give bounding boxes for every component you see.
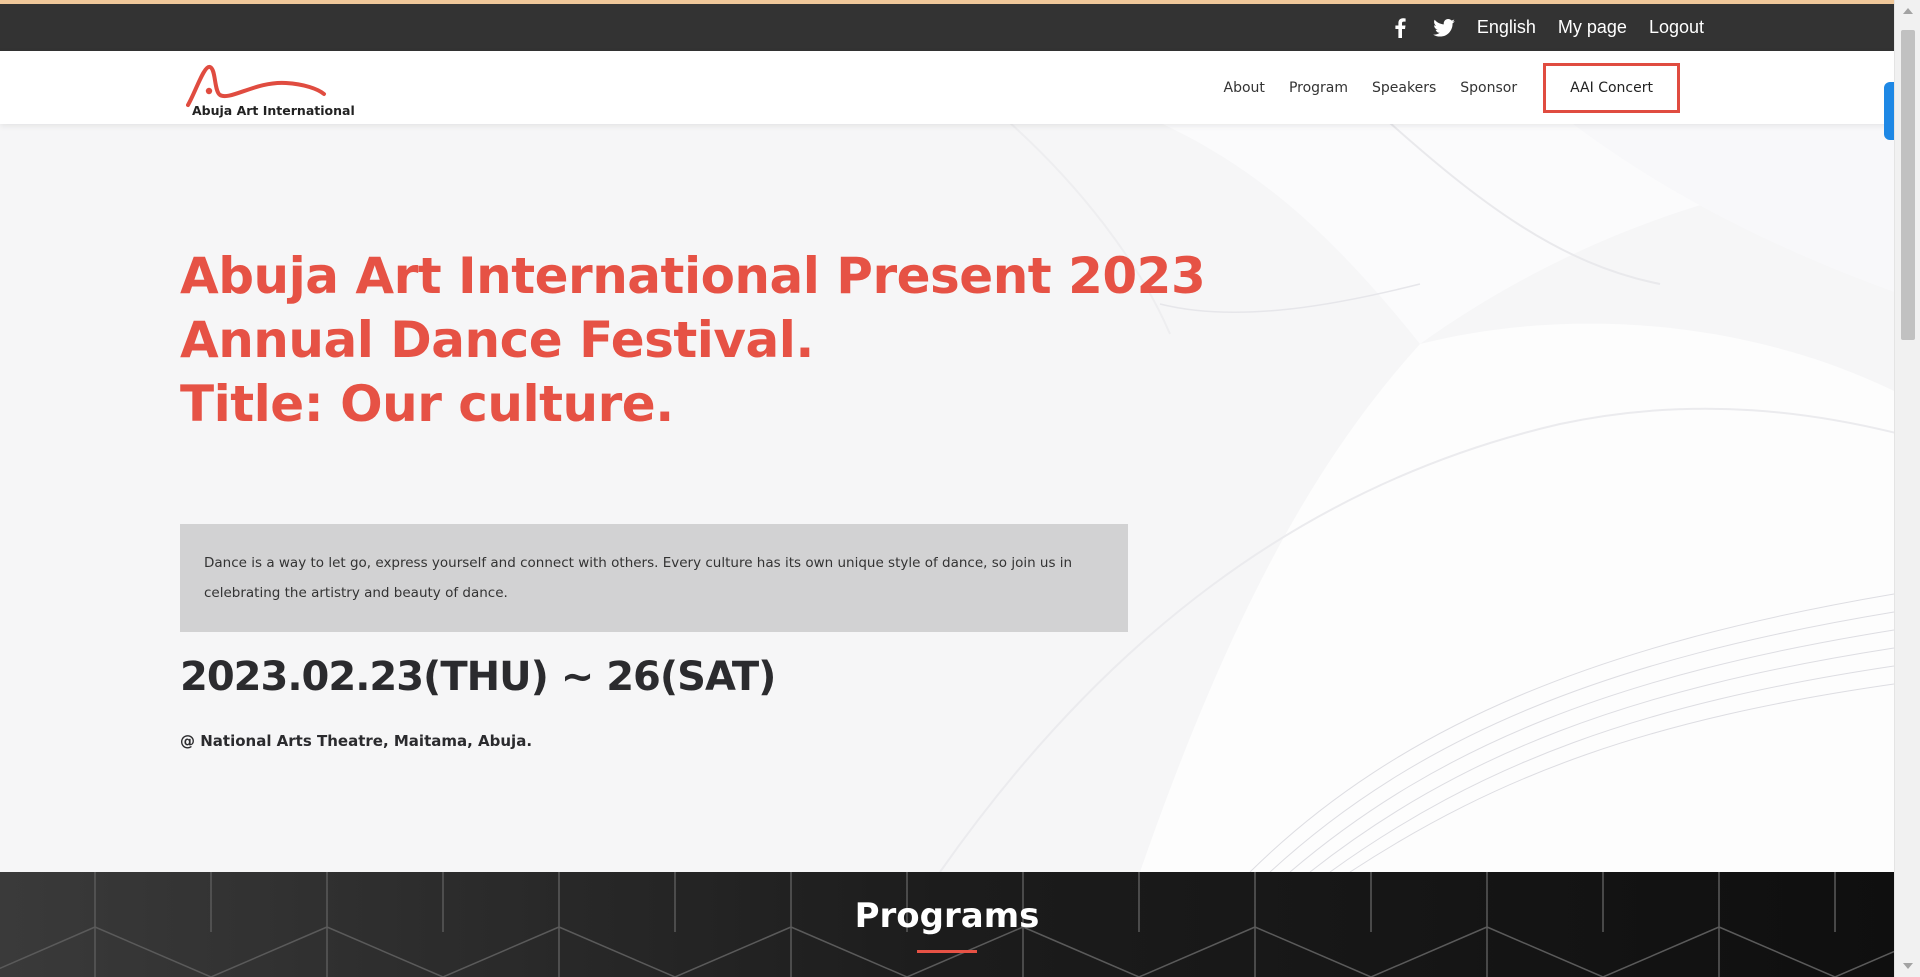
site-logo[interactable]: Abuja Art International bbox=[186, 61, 355, 121]
aai-concert-button[interactable]: AAI Concert bbox=[1543, 62, 1680, 113]
page: English My page Logout Abuja Art Interna… bbox=[0, 0, 1894, 977]
nav-speakers[interactable]: Speakers bbox=[1372, 80, 1436, 96]
language-link[interactable]: English bbox=[1477, 17, 1536, 38]
hero-background-waves bbox=[939, 124, 1894, 872]
programs-heading: Programs bbox=[854, 896, 1040, 936]
vertical-scrollbar[interactable] bbox=[1894, 0, 1920, 977]
nav-program[interactable]: Program bbox=[1289, 80, 1348, 96]
side-widget-tab[interactable] bbox=[1884, 82, 1894, 140]
hero-title: Abuja Art International Present 2023 Ann… bbox=[180, 244, 1330, 436]
main-navbar: Abuja Art International About Program Sp… bbox=[0, 51, 1894, 124]
description-box: Dance is a way to let go, express yourse… bbox=[180, 524, 1128, 632]
programs-section: Programs bbox=[0, 872, 1894, 977]
my-page-link[interactable]: My page bbox=[1558, 17, 1627, 38]
hero-title-line1: Abuja Art International Present 2023 Ann… bbox=[180, 247, 1206, 369]
top-utility-bar: English My page Logout bbox=[0, 4, 1894, 51]
twitter-icon[interactable] bbox=[1433, 17, 1455, 39]
nav-about[interactable]: About bbox=[1224, 80, 1265, 96]
hero-title-line2: Title: Our culture. bbox=[180, 375, 674, 433]
nav-sponsor[interactable]: Sponsor bbox=[1460, 80, 1517, 96]
logo-text: Abuja Art International bbox=[192, 103, 355, 118]
scrollbar-thumb[interactable] bbox=[1901, 30, 1915, 340]
event-dates: 2023.02.23(THU) ~ 26(SAT) bbox=[180, 654, 776, 700]
scroll-up-arrow-icon[interactable] bbox=[1903, 8, 1913, 14]
programs-heading-underline bbox=[917, 950, 977, 953]
logout-link[interactable]: Logout bbox=[1649, 17, 1704, 38]
event-venue: @ National Arts Theatre, Maitama, Abuja. bbox=[180, 732, 533, 750]
facebook-icon[interactable] bbox=[1389, 17, 1411, 39]
hero-section: Abuja Art International Present 2023 Ann… bbox=[0, 124, 1894, 872]
scroll-down-arrow-icon[interactable] bbox=[1903, 963, 1913, 969]
description-text: Dance is a way to let go, express yourse… bbox=[204, 555, 1073, 601]
